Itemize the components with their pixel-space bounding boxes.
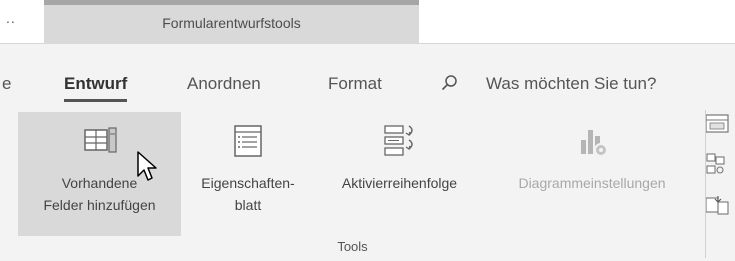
property-sheet-label-line1: Eigenschaften- (201, 175, 295, 191)
side-small-icons (704, 108, 735, 238)
subform-icon[interactable] (704, 112, 732, 136)
tab-entwurf[interactable]: Entwurf (64, 74, 128, 102)
relationships-icon[interactable] (704, 152, 732, 176)
property-sheet-icon (234, 125, 262, 157)
contextual-tab-header: Formularentwurfstools (44, 0, 419, 44)
ribbon-tabs: e Entwurf Anordnen Format Was möchten Si… (0, 44, 735, 106)
property-sheet-label-line2: blatt (234, 197, 262, 213)
tab-order-button[interactable]: Aktivierreihenfolge (313, 112, 486, 236)
contextual-tab-title: Formularentwurfstools (162, 15, 301, 31)
tab-order-icon (383, 125, 413, 156)
group-label-tools: Tools (337, 239, 368, 254)
group-separator (705, 110, 706, 258)
convert-icon[interactable] (704, 194, 732, 218)
add-fields-label-line2: Felder hinzufügen (43, 197, 156, 213)
contextual-tab-strip: .. Formularentwurfstools (0, 0, 735, 44)
chart-settings-label: Diagrammeinstellungen (518, 175, 666, 191)
mouse-pointer-icon (137, 151, 157, 181)
search-icon[interactable] (441, 75, 457, 91)
tab-partial[interactable]: e (2, 74, 11, 94)
tab-order-label: Aktivierreihenfolge (341, 175, 458, 191)
tell-me-search[interactable]: Was möchten Sie tun? (486, 74, 656, 94)
overflow-ellipsis: .. (6, 10, 16, 26)
chart-settings-button[interactable]: Diagrammeinstellungen (486, 112, 698, 236)
add-fields-icon (83, 127, 117, 153)
property-sheet-button[interactable]: Eigenschaften- blatt (183, 112, 313, 236)
chart-settings-icon (581, 130, 608, 157)
ribbon-panel: Vorhandene Felder hinzufügen Eigenschaft… (0, 106, 735, 261)
tab-anordnen[interactable]: Anordnen (187, 74, 261, 94)
tab-format[interactable]: Format (328, 74, 382, 94)
